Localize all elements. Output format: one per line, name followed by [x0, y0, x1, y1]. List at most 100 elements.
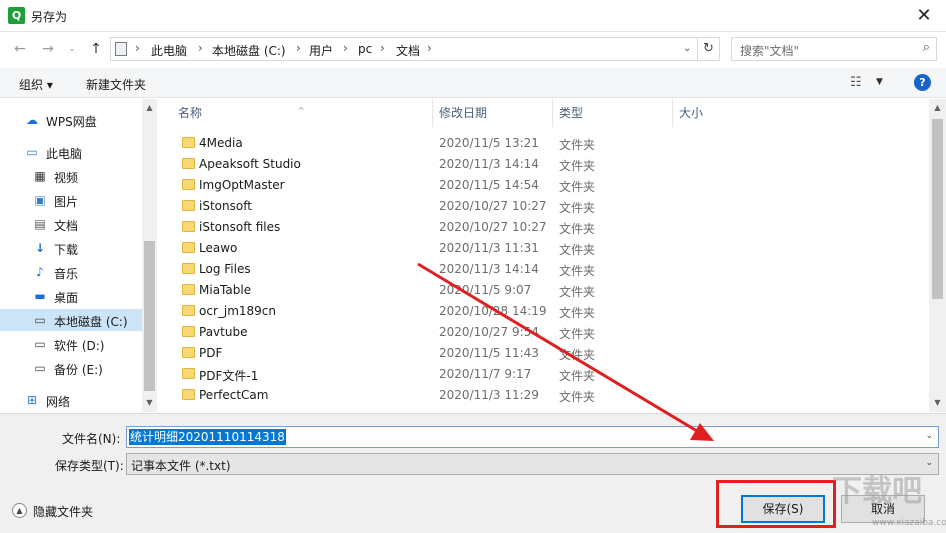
- file-date: 2020/11/3 14:14: [439, 262, 539, 276]
- filename-label: 文件名(N):: [62, 432, 121, 446]
- file-row[interactable]: iStonsoft files 2020/10/27 10:27 文件夹: [158, 217, 928, 238]
- sidebar-item-this-pc[interactable]: ▭ 此电脑: [0, 141, 142, 163]
- file-row[interactable]: iStonsoft 2020/10/27 10:27 文件夹: [158, 196, 928, 217]
- sidebar-item-label: 本地磁盘 (C:): [54, 315, 128, 329]
- breadcrumb-users[interactable]: 用户: [309, 42, 333, 59]
- sidebar-item-pictures[interactable]: ▣ 图片: [0, 189, 142, 211]
- forward-arrow-icon[interactable]: →: [38, 38, 58, 60]
- up-arrow-icon[interactable]: ↑: [86, 38, 106, 60]
- view-dropdown-icon[interactable]: ▼: [876, 77, 883, 87]
- sidebar-scrollbar[interactable]: ▲ ▼: [142, 99, 157, 412]
- folder-icon: [182, 221, 195, 232]
- close-icon[interactable]: ✕: [910, 2, 938, 30]
- navigation-pane: ☁ WPS网盘 ▭ 此电脑 ▦ 视频 ▣ 图片 ▤ 文档 ↓ 下载 ♪ 音乐 ▬…: [0, 99, 157, 412]
- filename-field[interactable]: 统计明细20201110114318 ⌄: [126, 426, 939, 448]
- sidebar-item-backup-e[interactable]: ▭ 备份 (E:): [0, 357, 142, 379]
- breadcrumb-documents[interactable]: 文档: [396, 42, 420, 59]
- file-row[interactable]: PDF 2020/11/5 11:43 文件夹: [158, 343, 928, 364]
- column-header-name[interactable]: 名称 ^: [158, 99, 433, 127]
- sidebar-item-downloads[interactable]: ↓ 下载: [0, 237, 142, 259]
- new-folder-button[interactable]: 新建文件夹: [86, 76, 146, 93]
- file-type: 文件夹: [559, 222, 596, 236]
- file-row[interactable]: ocr_jm189cn 2020/10/28 14:19 文件夹: [158, 301, 928, 322]
- breadcrumb-local-disk[interactable]: 本地磁盘 (C:): [212, 42, 286, 59]
- sidebar-item-label: 软件 (D:): [54, 339, 105, 353]
- sidebar-item-label: 文档: [54, 219, 79, 233]
- file-type: 文件夹: [559, 180, 596, 194]
- title-bar: Q 另存为 ✕: [0, 0, 946, 32]
- sidebar-item-videos[interactable]: ▦ 视频: [0, 165, 142, 187]
- file-date: 2020/11/3 11:31: [439, 241, 539, 255]
- scroll-up-icon[interactable]: ▲: [142, 101, 157, 115]
- sidebar-item-label: 此电脑: [46, 147, 83, 161]
- breadcrumb-separator[interactable]: ›: [198, 41, 203, 55]
- hide-folders-label: 隐藏文件夹: [33, 505, 94, 519]
- file-date: 2020/11/5 14:54: [439, 178, 539, 192]
- breadcrumb-separator[interactable]: ›: [427, 41, 432, 55]
- refresh-icon[interactable]: ↻: [698, 37, 720, 61]
- file-list-scrollbar[interactable]: ▲ ▼: [929, 99, 946, 412]
- sidebar-item-label: 备份 (E:): [54, 363, 103, 377]
- breadcrumb-this-pc[interactable]: 此电脑: [151, 42, 187, 59]
- folder-icon: [182, 200, 195, 211]
- save-form: 文件名(N): 统计明细20201110114318 ⌄ 保存类型(T): 记事…: [0, 413, 946, 533]
- breadcrumb-separator[interactable]: ›: [343, 41, 348, 55]
- search-placeholder: 搜索"文档": [740, 44, 800, 58]
- file-row[interactable]: ImgOptMaster 2020/11/5 14:54 文件夹: [158, 175, 928, 196]
- file-row[interactable]: Pavtube 2020/10/27 9:54 文件夹: [158, 322, 928, 343]
- file-row[interactable]: Log Files 2020/11/3 14:14 文件夹: [158, 259, 928, 280]
- back-arrow-icon[interactable]: ←: [10, 38, 30, 60]
- file-type: 文件夹: [559, 348, 596, 362]
- view-options-icon[interactable]: ☷: [850, 75, 862, 90]
- file-row[interactable]: PerfectCam 2020/11/3 11:29 文件夹: [158, 385, 928, 406]
- file-date: 2020/10/27 10:27: [439, 199, 547, 213]
- video-icon: ▦: [34, 169, 46, 183]
- file-date: 2020/11/5 9:07: [439, 283, 532, 297]
- sidebar-item-label: 图片: [54, 195, 79, 209]
- network-icon: ⊞: [26, 393, 38, 407]
- breadcrumb-pc[interactable]: pc: [358, 42, 372, 56]
- recent-dropdown-icon[interactable]: ⌄: [62, 38, 82, 60]
- file-row[interactable]: Apeaksoft Studio 2020/11/3 14:14 文件夹: [158, 154, 928, 175]
- address-bar[interactable]: › 此电脑 › 本地磁盘 (C:) › 用户 › pc › 文档 › ⌄: [110, 37, 698, 61]
- column-header-date[interactable]: 修改日期: [433, 99, 553, 127]
- file-list-scroll-thumb[interactable]: [932, 119, 943, 299]
- file-date: 2020/10/27 10:27: [439, 220, 547, 234]
- sidebar-item-music[interactable]: ♪ 音乐: [0, 261, 142, 283]
- file-row[interactable]: Leawo 2020/11/3 11:31 文件夹: [158, 238, 928, 259]
- sidebar-item-wps-cloud[interactable]: ☁ WPS网盘: [0, 109, 142, 131]
- column-header-size[interactable]: 大小: [673, 99, 773, 127]
- breadcrumb-separator[interactable]: ›: [380, 41, 385, 55]
- column-header-type[interactable]: 类型: [553, 99, 673, 127]
- search-icon[interactable]: ⌕: [923, 40, 930, 55]
- sidebar-item-desktop[interactable]: ▬ 桌面: [0, 285, 142, 307]
- sidebar-item-network[interactable]: ⊞ 网络: [0, 389, 142, 411]
- file-name: 4Media: [199, 136, 243, 150]
- folder-icon: [182, 137, 195, 148]
- breadcrumb-separator[interactable]: ›: [296, 41, 301, 55]
- address-dropdown-icon[interactable]: ⌄: [683, 43, 691, 54]
- scroll-up-icon[interactable]: ▲: [929, 101, 946, 115]
- file-row[interactable]: MiaTable 2020/11/5 9:07 文件夹: [158, 280, 928, 301]
- scroll-down-icon[interactable]: ▼: [929, 396, 946, 410]
- sidebar-item-label: 网络: [46, 395, 71, 409]
- filename-dropdown-icon[interactable]: ⌄: [925, 431, 933, 441]
- sidebar-item-local-disk-c[interactable]: ▭ 本地磁盘 (C:): [0, 309, 142, 331]
- filetype-select[interactable]: 记事本文件 (*.txt) ⌄: [126, 453, 939, 475]
- computer-icon: ▭: [26, 145, 38, 159]
- search-input[interactable]: 搜索"文档" ⌕: [731, 37, 937, 61]
- filename-value[interactable]: 统计明细20201110114318: [129, 429, 286, 445]
- filetype-dropdown-icon[interactable]: ⌄: [925, 458, 933, 468]
- sidebar-scroll-thumb[interactable]: [144, 241, 155, 391]
- documents-icon: ▤: [34, 217, 46, 231]
- sidebar-item-software-d[interactable]: ▭ 软件 (D:): [0, 333, 142, 355]
- file-row[interactable]: 4Media 2020/11/5 13:21 文件夹: [158, 133, 928, 154]
- help-icon[interactable]: ?: [914, 74, 931, 91]
- cloud-icon: ☁: [26, 113, 38, 127]
- organize-button[interactable]: 组织 ▾: [19, 76, 53, 93]
- app-icon: Q: [8, 7, 25, 24]
- scroll-down-icon[interactable]: ▼: [142, 396, 157, 410]
- file-type: 文件夹: [559, 243, 596, 257]
- file-row[interactable]: PDF文件-1 2020/11/7 9:17 文件夹: [158, 364, 928, 385]
- sidebar-item-documents[interactable]: ▤ 文档: [0, 213, 142, 235]
